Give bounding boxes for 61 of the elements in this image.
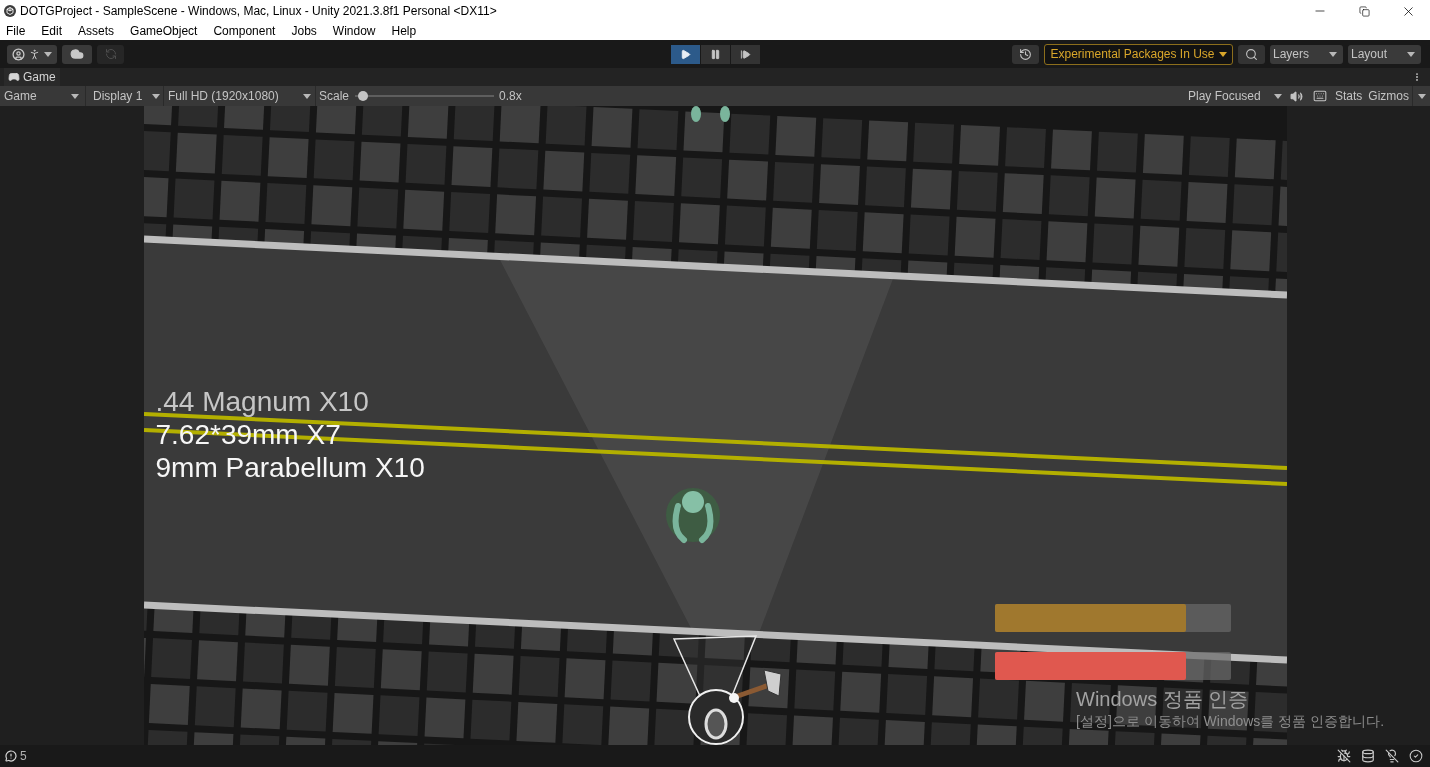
window-title: DOTGProject - SampleScene - Windows, Mac, Linux - Unity 2021.3.8f1 Personal <DX11>	[20, 3, 497, 20]
account-button[interactable]	[7, 44, 57, 64]
speaker-icon	[1290, 89, 1304, 103]
menu-item[interactable]: Component	[209, 23, 280, 39]
app-logo-icon	[4, 5, 16, 17]
search-button[interactable]	[1238, 44, 1265, 64]
check-circle-icon[interactable]	[1409, 749, 1423, 763]
database-icon[interactable]	[1361, 749, 1375, 763]
layout-dropdown[interactable]: Layout	[1348, 44, 1421, 64]
history-button[interactable]	[1012, 44, 1039, 64]
bug-off-icon[interactable]	[1337, 749, 1351, 763]
scale-slider[interactable]	[355, 91, 495, 101]
ammo-label: 9mm Parabellum X10	[155, 451, 425, 484]
lightbulb-off-icon[interactable]	[1385, 749, 1399, 763]
caret-icon	[1407, 51, 1415, 57]
caret-icon	[71, 93, 79, 99]
play-button[interactable]	[670, 44, 700, 64]
caret-icon	[1273, 93, 1282, 99]
account-icon	[12, 47, 25, 61]
search-icon	[1245, 47, 1258, 61]
ammo-label: .44 Magnum X10	[155, 385, 370, 418]
game-tab[interactable]: Game	[4, 68, 60, 86]
caret-icon	[44, 51, 52, 57]
activation-message: [설정]으로 이동하여 Windows를 정품 인증합니다.	[1076, 712, 1385, 730]
play-icon	[679, 48, 691, 60]
slider-thumb[interactable]	[357, 91, 368, 101]
person-icon	[28, 47, 41, 61]
menu-item[interactable]: GameObject	[126, 23, 202, 39]
activation-title: Windows 정품 인증	[1076, 687, 1250, 712]
step-icon	[739, 48, 751, 60]
step-button[interactable]	[730, 44, 760, 64]
cloud-button[interactable]	[62, 44, 92, 64]
scale-value: 0.8x	[499, 88, 522, 105]
pause-button[interactable]	[700, 44, 730, 64]
partial-character-drawing	[690, 106, 730, 122]
caret-icon	[1329, 51, 1337, 57]
menu-item[interactable]: Jobs	[287, 23, 321, 39]
warning-count: 5	[20, 748, 27, 765]
pause-icon	[709, 48, 721, 60]
menu-item[interactable]: Window	[328, 23, 380, 39]
cloud-icon	[70, 47, 84, 61]
warning-icon	[5, 750, 17, 762]
scale-label: Scale	[319, 88, 350, 105]
menu-item[interactable]: Edit	[37, 23, 67, 39]
caret-icon	[1218, 51, 1227, 57]
layers-dropdown[interactable]: Layers	[1270, 44, 1343, 64]
keyboard-icon	[1312, 89, 1327, 103]
menu-item[interactable]: Assets	[74, 23, 119, 39]
play-mode-dropdown[interactable]: Play Focused	[1183, 86, 1286, 106]
menu-item[interactable]: File	[2, 23, 30, 39]
sync-icon	[104, 48, 117, 60]
menu-item[interactable]: Help	[387, 23, 421, 39]
caret-icon	[1417, 93, 1426, 99]
packages-notice-button[interactable]: Experimental Packages In Use	[1044, 43, 1233, 65]
history-icon	[1019, 47, 1032, 61]
caret-icon	[152, 93, 160, 99]
gizmos-button[interactable]: Gizmos	[1365, 86, 1413, 106]
caret-icon	[303, 93, 311, 99]
gamepad-icon	[8, 71, 20, 83]
restore-icon	[1358, 5, 1370, 17]
zombie-figure	[665, 488, 720, 543]
